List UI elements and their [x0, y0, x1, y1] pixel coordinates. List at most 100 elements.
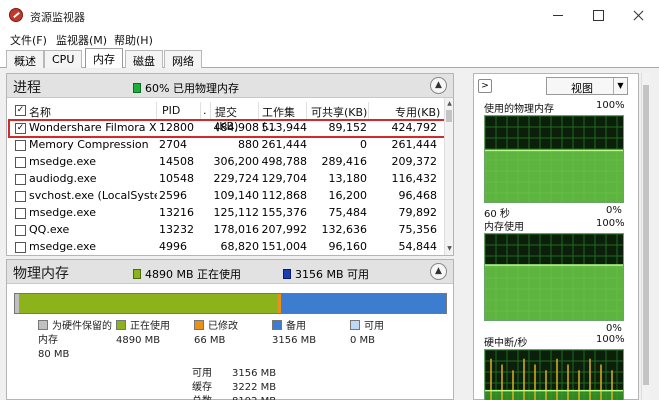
maximize-button[interactable] — [580, 0, 616, 30]
row-checkbox[interactable] — [15, 191, 26, 202]
table-row[interactable]: ✓Wondershare Filmora X.exe12800 484,90851… — [8, 119, 446, 138]
legend-item: 备用 3156 MB — [272, 320, 316, 348]
cell-name: QQ.exe — [29, 223, 70, 236]
table-row[interactable]: Memory Compression 2704 880 261,444 0 261,444 — [9, 137, 445, 154]
cell-private: 54,844 — [398, 240, 438, 253]
minimize-button[interactable] — [540, 0, 576, 30]
column-name-label: 名称 — [29, 106, 51, 119]
table-row[interactable]: audiodg.exe 10548 229,724 129,704 13,180 116,… — [9, 171, 445, 188]
cell-working-set: 112,868 — [261, 189, 308, 202]
column-private[interactable]: 专用(KB) — [369, 102, 445, 120]
scroll-up-arrow[interactable]: ▲ — [445, 99, 454, 108]
table-row[interactable]: msedge.exe 4996 68,820 151,004 96,160 54,844 — [9, 239, 445, 256]
tab-overview[interactable]: 概述 — [6, 50, 44, 68]
column-dot[interactable]: . — [201, 102, 211, 120]
row-checkbox[interactable] — [15, 208, 26, 219]
tab-cpu[interactable]: CPU — [44, 50, 83, 68]
column-pid[interactable]: PID — [159, 102, 201, 120]
column-commit[interactable]: 提交(KB) — [211, 102, 259, 133]
process-title: 进程 — [13, 80, 41, 96]
menu-file[interactable]: 文件(F) — [10, 32, 47, 48]
process-header[interactable]: 进程 60% 已用物理内存 ▲ — [7, 74, 453, 98]
cell-working-set: 151,004 — [261, 240, 308, 253]
graph-title: 使用的物理内存 — [484, 104, 554, 115]
cell-name: Wondershare Filmora X.exe — [29, 121, 157, 134]
row-checkbox[interactable]: ✓ — [15, 123, 26, 134]
column-private-label: 专用(KB) — [395, 106, 441, 119]
graph-fill — [485, 150, 623, 202]
tab-memory[interactable]: 内存 — [85, 48, 123, 69]
graph-scroll-thumb[interactable] — [643, 85, 649, 385]
cell-shareable: 96,160 — [328, 240, 368, 253]
select-all-checkbox[interactable]: ✓ — [15, 105, 26, 116]
graph-pane: 视图 ▼ > 使用的物理内存 100% 60 秒 0% 内存使用 100% 0% 硬中断/秒 1… — [473, 73, 639, 400]
process-scroll-thumb[interactable] — [446, 110, 452, 122]
cell-working-set: 498,788 — [261, 155, 308, 168]
cell-commit: 306,200 — [213, 155, 260, 168]
cell-name: msedge.exe — [29, 155, 96, 168]
legend-label: 备用 — [286, 321, 306, 332]
menu-monitor[interactable]: 监视器(M) — [56, 32, 107, 48]
graph-scrollbar[interactable] — [641, 73, 650, 400]
legend-swatch — [38, 320, 48, 330]
legend-value: 4890 MB — [116, 335, 161, 346]
legend-swatch — [194, 320, 204, 330]
summary-value: 3156 MB — [232, 368, 277, 379]
row-checkbox[interactable] — [15, 242, 26, 253]
menu-help[interactable]: 帮助(H) — [114, 32, 153, 48]
table-row[interactable]: msedge.exe 13216 125,112 155,376 75,484 79,89… — [9, 205, 445, 222]
usage-swatch — [133, 83, 141, 93]
column-working-set[interactable]: 工作集(... — [259, 102, 307, 133]
summary-value: 8192 MB — [232, 395, 276, 400]
cell-name: audiodg.exe — [29, 172, 97, 185]
legend-value: 3156 MB — [272, 335, 317, 346]
legend-label: 正在使用 — [130, 321, 170, 332]
expand-pane-icon[interactable]: > — [478, 79, 492, 93]
memory-header[interactable]: 物理内存 4890 MB 正在使用 3156 MB 可用 ▲ — [7, 260, 453, 284]
cell-commit: 178,016 — [213, 223, 260, 236]
memory-bar-standby — [281, 294, 446, 313]
legend-swatch — [116, 320, 126, 330]
memory-usage-bar — [14, 293, 447, 314]
cell-shareable: 132,636 — [321, 223, 368, 236]
scroll-down-arrow[interactable]: ▼ — [445, 244, 454, 253]
cell-private: 116,432 — [391, 172, 438, 185]
summary-label: 总数 — [192, 395, 212, 400]
summary-label: 缓存 — [192, 382, 212, 393]
cell-commit: 125,112 — [213, 206, 260, 219]
legend-value: 80 MB — [38, 349, 70, 360]
cell-name: svchost.exe (LocalSystemN... — [29, 189, 157, 202]
column-shareable[interactable]: 可共享(KB) — [307, 102, 369, 120]
cell-working-set: 261,444 — [261, 138, 308, 151]
tab-disk[interactable]: 磁盘 — [125, 50, 163, 68]
cell-shareable: 89,152 — [328, 121, 368, 134]
table-row[interactable]: msedge.exe 14508 306,200 498,788 289,416 209,… — [9, 154, 445, 171]
legend-label-line2: 内存 — [38, 335, 58, 346]
close-button[interactable] — [620, 0, 656, 30]
cell-pid: 12800 — [159, 121, 194, 134]
row-checkbox[interactable] — [15, 174, 26, 185]
legend-item: 可用 0 MB — [350, 320, 384, 348]
row-checkbox[interactable] — [15, 140, 26, 151]
cell-pid: 13232 — [159, 223, 194, 236]
table-row[interactable]: QQ.exe 13232 178,016 207,992 132,636 75,356 — [9, 222, 445, 239]
row-checkbox[interactable] — [15, 225, 26, 236]
memory-in-use-text: 4890 MB 正在使用 — [145, 268, 242, 281]
summary-value: 3222 MB — [232, 382, 277, 393]
row-checkbox[interactable] — [15, 157, 26, 168]
collapse-process-button[interactable]: ▲ — [430, 77, 447, 94]
process-section: 进程 60% 已用物理内存 ▲ ✓ 名称 PID . 提交(KB) 工作集(..… — [6, 73, 454, 256]
memory-title: 物理内存 — [13, 266, 69, 282]
cell-pid: 10548 — [159, 172, 194, 185]
cell-pid: 2596 — [159, 189, 187, 202]
process-scrollbar[interactable]: ▲ ▼ — [444, 98, 453, 255]
tab-network[interactable]: 网络 — [164, 50, 202, 68]
column-dot-label: . — [203, 104, 207, 117]
column-name[interactable]: ✓ 名称 — [9, 102, 157, 120]
view-dropdown[interactable]: 视图 ▼ — [546, 77, 628, 95]
available-swatch — [283, 269, 291, 279]
collapse-memory-button[interactable]: ▲ — [430, 263, 447, 280]
cell-shareable: 75,484 — [328, 206, 368, 219]
table-row[interactable]: svchost.exe (LocalSystemN...2596109,1401… — [9, 188, 445, 205]
graph-max: 100% — [596, 334, 625, 345]
